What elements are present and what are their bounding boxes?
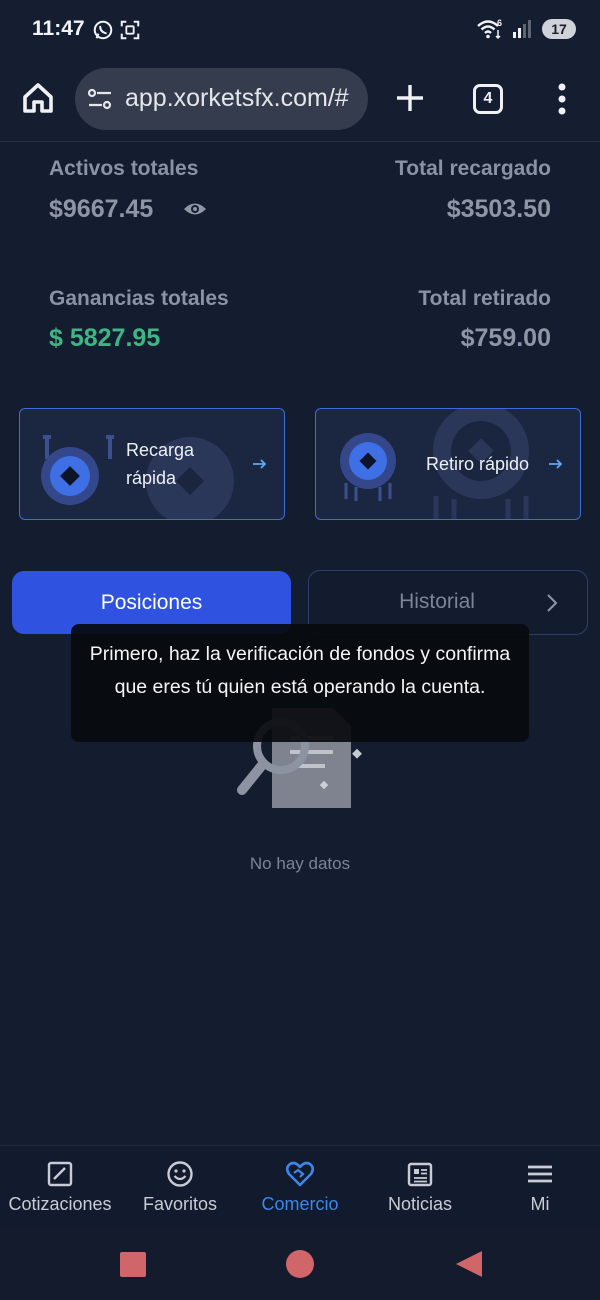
arrow-right-icon — [253, 459, 267, 469]
total-profit-value: $ 5827.95 — [49, 324, 161, 352]
wifi-icon: 6 — [477, 18, 502, 40]
overflow-menu-icon[interactable] — [552, 82, 572, 116]
eye-icon[interactable] — [183, 198, 207, 220]
nav-trade[interactable]: Comercio — [240, 1146, 360, 1228]
quick-deposit-label-line2: rápida — [126, 468, 177, 488]
quick-deposit-card[interactable]: Recarga rápida — [19, 408, 285, 520]
home-circle-icon[interactable] — [285, 1249, 315, 1279]
status-indicators: 6 17 — [476, 18, 576, 40]
arrow-right-icon — [549, 459, 563, 469]
tab-switcher-button[interactable]: 4 — [473, 84, 503, 114]
system-navigation-bar — [0, 1227, 600, 1300]
nav-trade-label: Comercio — [261, 1194, 339, 1214]
battery-indicator: 17 — [542, 19, 576, 39]
nav-news[interactable]: Noticias — [360, 1146, 480, 1228]
status-time: 11:47 — [32, 17, 85, 40]
new-tab-icon[interactable] — [394, 82, 426, 114]
nav-quotes[interactable]: Cotizaciones — [0, 1146, 120, 1228]
quick-withdraw-label: Retiro rápido — [426, 454, 530, 474]
total-deposited-label: Total recargado — [395, 157, 551, 180]
total-withdrawn-value: $759.00 — [460, 324, 551, 352]
nav-favorites[interactable]: Favoritos — [120, 1146, 240, 1228]
total-profit-label: Ganancias totales — [49, 287, 229, 310]
nav-quotes-label: Cotizaciones — [8, 1194, 112, 1214]
deposit-medal-icon — [41, 435, 114, 505]
screenshot-icon — [120, 20, 140, 40]
total-withdrawn-label: Total retirado — [418, 287, 551, 310]
home-icon[interactable] — [20, 80, 56, 116]
chevron-right-icon — [547, 594, 558, 612]
handshake-heart-icon — [286, 1161, 314, 1187]
nav-me-label: Mi — [530, 1194, 550, 1214]
smiley-icon — [167, 1161, 193, 1187]
address-bar[interactable]: app.xorketsfx.com/# — [75, 68, 368, 130]
recents-square-icon[interactable] — [118, 1249, 148, 1279]
chart-box-icon — [47, 1161, 73, 1187]
back-triangle-icon[interactable] — [454, 1249, 484, 1279]
nav-favorites-label: Favoritos — [142, 1194, 218, 1214]
url-text[interactable]: app.xorketsfx.com/# — [125, 84, 349, 113]
nav-me[interactable]: Mi — [480, 1146, 600, 1228]
network-badge: 6 — [497, 18, 502, 28]
signal-icon — [513, 20, 531, 38]
total-assets-value: $9667.45 — [49, 195, 154, 223]
withdraw-medal-icon — [340, 433, 396, 501]
toast-message: Primero, haz la verificación de fondos y… — [71, 624, 529, 742]
toast-text: Primero, haz la verificación de fondos y… — [89, 643, 511, 698]
empty-state-text: No hay datos — [249, 854, 351, 873]
bottom-navigation: Cotizaciones Favoritos Comercio Noticias… — [0, 1145, 600, 1227]
whatsapp-icon — [93, 20, 113, 40]
newspaper-icon — [407, 1162, 433, 1187]
site-settings-icon[interactable] — [87, 87, 113, 111]
nav-news-label: Noticias — [387, 1194, 453, 1214]
quick-deposit-label-line1: Recarga — [126, 440, 195, 460]
total-assets-label: Activos totales — [49, 157, 199, 180]
quick-withdraw-card[interactable]: Retiro rápido — [315, 408, 581, 520]
browser-toolbar: app.xorketsfx.com/# 4 — [0, 58, 600, 142]
menu-lines-icon — [528, 1165, 552, 1183]
status-bar: 11:47 6 17 — [0, 0, 600, 58]
total-deposited-value: $3503.50 — [446, 195, 551, 223]
